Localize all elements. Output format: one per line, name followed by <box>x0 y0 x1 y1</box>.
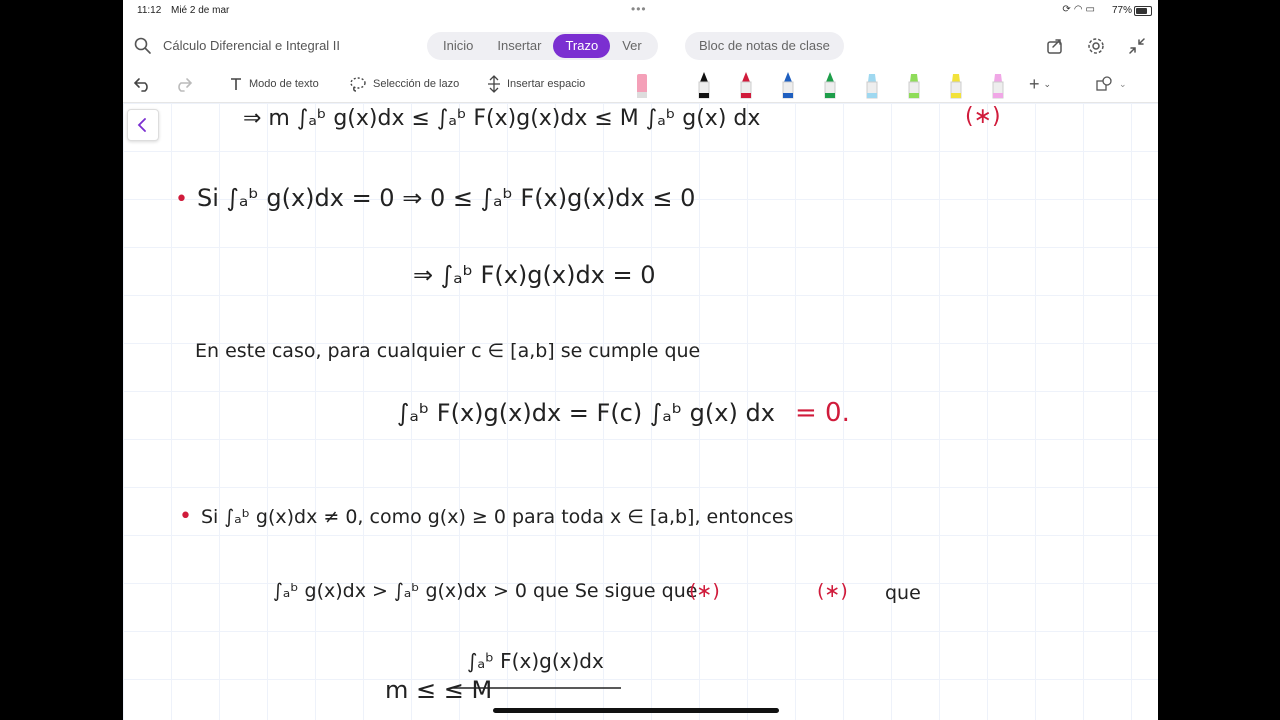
note-line-3: ⇒ ∫ₐᵇ F(x)g(x)dx = 0 <box>413 261 656 289</box>
bullet-2: • <box>179 504 192 529</box>
draw-toolbar: Modo de texto Selección de lazo Insertar… <box>123 66 1158 103</box>
bullet-1: • <box>175 187 188 212</box>
search-icon[interactable] <box>133 36 153 56</box>
undo-icon[interactable] <box>133 75 153 93</box>
screen-mirror-icon: ▭ <box>1085 4 1098 15</box>
highlighter-pink[interactable] <box>991 70 1005 100</box>
note-canvas[interactable]: ⇒ m ∫ₐᵇ g(x)dx ≤ ∫ₐᵇ F(x)g(x)dx ≤ M ∫ₐᵇ … <box>123 103 1158 720</box>
shapes-button[interactable]: ⌄ <box>1095 74 1127 94</box>
app-header: Cálculo Diferencial e Integral II Inicio… <box>123 28 1158 64</box>
pen-blue[interactable] <box>781 70 795 100</box>
insert-space-icon <box>488 75 500 93</box>
redo-icon[interactable] <box>173 75 193 93</box>
battery-percent: 77% <box>1111 5 1132 16</box>
pen-green[interactable] <box>823 70 837 100</box>
note-line-4: En este caso, para cualquier c ∈ [a,b] s… <box>195 340 700 362</box>
chevron-down-icon: ⌄ <box>1119 78 1127 89</box>
text-mode-label: Modo de texto <box>249 78 319 90</box>
handwritten-ink: ⇒ m ∫ₐᵇ g(x)dx ≤ ∫ₐᵇ F(x)g(x)dx ≤ M ∫ₐᵇ … <box>175 104 1001 704</box>
plus-icon: + <box>1029 73 1040 94</box>
note-line-2: Si ∫ₐᵇ g(x)dx = 0 ⇒ 0 ≤ ∫ₐᵇ F(x)g(x)dx ≤… <box>197 184 695 212</box>
note-line-6: Si ∫ₐᵇ g(x)dx ≠ 0, como g(x) ≥ 0 para to… <box>201 506 793 528</box>
highlighter-green[interactable] <box>907 70 921 100</box>
rotation-lock-icon: ⟳ <box>1062 4 1074 15</box>
wifi-icon: ◠ <box>1073 4 1086 15</box>
ribbon-tabs: Inicio Insertar Trazo Ver <box>427 32 658 60</box>
note-line-7: ∫ₐᵇ g(x)dx > ∫ₐᵇ g(x)dx > 0 que Se sigue… <box>273 580 697 602</box>
text-icon <box>231 78 241 90</box>
note-line-1-mark: (∗) <box>965 104 1001 129</box>
shapes-icon <box>1096 76 1112 91</box>
ipad-screen: 11:12 Mié 2 de mar ••• ⟳◠▭ 77% Cálculo D… <box>123 0 1158 720</box>
status-icons: ⟳◠▭ <box>1062 4 1098 15</box>
note-line-7-mark-2: (∗) <box>817 580 848 602</box>
lasso-icon <box>350 77 366 92</box>
gear-icon[interactable] <box>1086 36 1106 56</box>
note-line-1: ⇒ m ∫ₐᵇ g(x)dx ≤ ∫ₐᵇ F(x)g(x)dx ≤ M ∫ₐᵇ … <box>243 106 760 131</box>
tab-insertar[interactable]: Insertar <box>485 34 553 58</box>
share-icon[interactable] <box>1045 36 1065 56</box>
status-date: Mié 2 de mar <box>171 5 230 16</box>
note-line-7-tail: que <box>885 582 921 604</box>
note-line-8-numerator: ∫ₐᵇ F(x)g(x)dx <box>467 649 604 673</box>
tab-bloc-notas-clase[interactable]: Bloc de notas de clase <box>685 32 844 60</box>
lasso-label: Selección de lazo <box>373 78 460 90</box>
note-line-8: m ≤ ≤ M <box>385 676 492 704</box>
insert-space-button[interactable]: Insertar espacio <box>487 74 585 94</box>
home-indicator[interactable] <box>493 708 779 713</box>
collapse-icon[interactable] <box>1127 36 1147 56</box>
tab-ver[interactable]: Ver <box>610 34 654 58</box>
multitask-dots-icon[interactable]: ••• <box>631 2 647 16</box>
note-line-7-mark-1: (∗) <box>689 580 720 602</box>
note-line-5-result: = 0. <box>795 398 850 428</box>
lasso-select-button[interactable]: Selección de lazo <box>349 74 459 94</box>
add-pen-button[interactable]: + ⌄ <box>1029 74 1051 94</box>
tab-inicio[interactable]: Inicio <box>431 34 485 58</box>
battery-icon <box>1134 6 1152 16</box>
chevron-down-icon: ⌄ <box>1043 78 1052 89</box>
notebook-title[interactable]: Cálculo Diferencial e Integral II <box>163 38 340 53</box>
pen-red[interactable] <box>739 70 753 100</box>
insert-space-label: Insertar espacio <box>507 78 586 90</box>
eraser-tool[interactable] <box>635 70 649 100</box>
status-time: 11:12 <box>137 5 162 16</box>
pen-black[interactable] <box>697 70 711 100</box>
highlighter-cyan[interactable] <box>865 70 879 100</box>
text-mode-button[interactable]: Modo de texto <box>229 74 319 94</box>
tab-trazo[interactable]: Trazo <box>553 34 611 58</box>
highlighter-yellow[interactable] <box>949 70 963 100</box>
note-line-5: ∫ₐᵇ F(x)g(x)dx = F(c) ∫ₐᵇ g(x) dx <box>397 399 775 427</box>
status-bar: 11:12 Mié 2 de mar ••• ⟳◠▭ 77% <box>123 0 1158 22</box>
